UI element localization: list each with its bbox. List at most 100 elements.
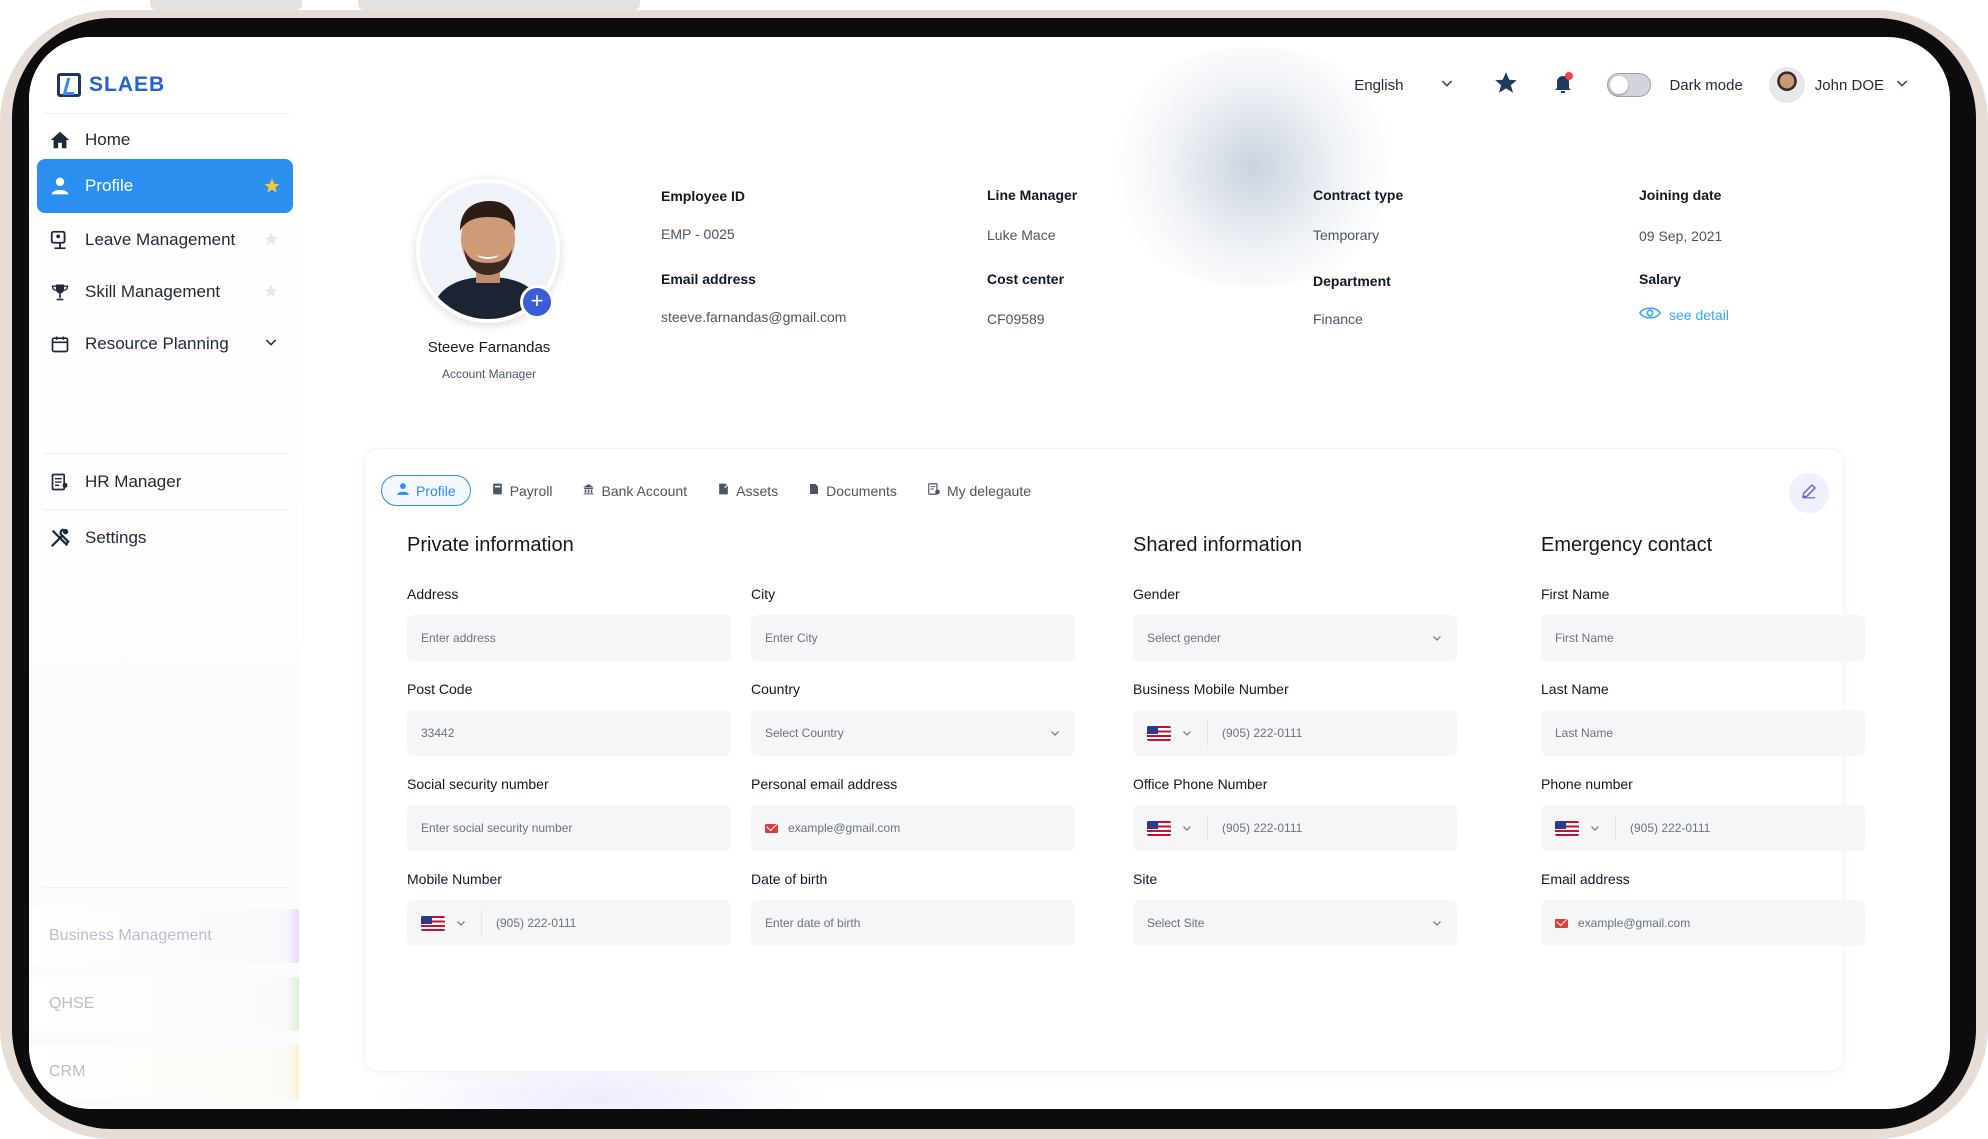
module-label: CRM — [49, 1063, 86, 1080]
employee-name: Steeve Farnandas — [427, 339, 551, 356]
chevron-down-icon — [1433, 636, 1441, 641]
language-selector[interactable]: English — [1354, 75, 1455, 95]
first-name-input[interactable]: First Name — [1541, 615, 1865, 661]
office-phone-value: (905) 222-0111 — [1222, 821, 1303, 835]
chevron-down-icon — [457, 921, 465, 926]
personal-email-input[interactable]: example@gmail.com — [751, 805, 1075, 851]
module-color-bar — [287, 909, 299, 963]
ssn-input[interactable]: Enter social security number — [407, 805, 731, 851]
dark-mode-toggle[interactable] — [1607, 73, 1652, 97]
ssn-label: Social security number — [407, 776, 549, 792]
tab-profile[interactable]: Profile — [381, 475, 471, 506]
dob-input[interactable]: Enter date of birth — [751, 900, 1075, 946]
trophy-icon — [49, 281, 71, 303]
language-label: English — [1354, 76, 1404, 94]
module-crm[interactable]: CRM — [29, 1045, 299, 1099]
sidebar-item-resource-planning[interactable]: Resource Planning — [37, 317, 293, 371]
emergency-email-placeholder: example@gmail.com — [1578, 916, 1691, 930]
sidebar-item-profile[interactable]: Profile — [37, 159, 293, 213]
postcode-input[interactable]: 33442 — [407, 710, 731, 756]
logo-text: SLAEB — [89, 73, 166, 96]
chevron-down-icon — [1051, 731, 1059, 736]
user-menu[interactable]: John DOE — [1768, 67, 1910, 103]
add-photo-button[interactable]: + — [520, 285, 554, 319]
tab-documents[interactable]: Documents — [798, 476, 907, 505]
sidebar-item-hr-manager[interactable]: HR Manager — [37, 455, 293, 509]
address-input[interactable]: Enter address — [407, 615, 731, 661]
sidebar-item-label: Resource Planning — [85, 334, 229, 353]
tab-bank-account[interactable]: Bank Account — [572, 476, 697, 505]
city-input[interactable]: Enter City — [751, 615, 1075, 661]
tab-payroll[interactable]: Payroll — [481, 476, 563, 505]
business-mobile-input[interactable]: (905) 222-0111 — [1133, 710, 1457, 756]
last-name-input[interactable]: Last Name — [1541, 710, 1865, 756]
dob-placeholder: Enter date of birth — [765, 916, 861, 930]
employee-id-value: EMP - 0025 — [661, 226, 735, 242]
site-label: Site — [1133, 871, 1158, 887]
module-business-management[interactable]: Business Management — [29, 909, 299, 963]
last-name-label: Last Name — [1541, 681, 1609, 697]
mobile-input[interactable]: (905) 222-0111 — [407, 900, 731, 946]
address-label: Address — [407, 586, 459, 602]
country-code-select[interactable] — [1555, 815, 1616, 841]
chevron-down-icon — [1591, 826, 1599, 831]
chevron-down-icon[interactable] — [263, 334, 279, 355]
pencil-icon — [1800, 482, 1818, 505]
sidebar-item-label: Profile — [85, 176, 134, 195]
favorite-star-icon[interactable] — [263, 231, 281, 249]
sidebar-item-skill-management[interactable]: Skill Management — [37, 265, 293, 319]
employee-id-label: Employee ID — [661, 188, 746, 204]
tab-label: Profile — [416, 482, 456, 499]
chevron-down-icon — [1183, 731, 1191, 736]
country-code-select[interactable] — [421, 910, 482, 936]
phone-input[interactable]: (905) 222-0111 — [1541, 805, 1865, 851]
mail-icon — [1555, 918, 1568, 928]
tab-label: Assets — [736, 482, 779, 499]
tab-my-delegaute[interactable]: My delegaute — [917, 476, 1041, 505]
site-select[interactable]: Select Site — [1133, 900, 1457, 946]
gender-placeholder: Select gender — [1147, 631, 1222, 645]
edit-button[interactable] — [1789, 473, 1829, 513]
gender-select[interactable]: Select gender — [1133, 615, 1457, 661]
country-select[interactable]: Select Country — [751, 710, 1075, 756]
assets-icon — [717, 482, 730, 499]
favorites-star-icon[interactable] — [1493, 70, 1519, 100]
device-button — [358, 0, 640, 10]
sidebar-item-label: Home — [85, 130, 131, 149]
contract-type-label: Contract type — [1313, 187, 1404, 203]
country-code-select[interactable] — [1147, 720, 1208, 746]
office-phone-label: Office Phone Number — [1133, 776, 1268, 792]
module-qhse[interactable]: QHSE — [29, 977, 299, 1031]
first-name-placeholder: First Name — [1555, 631, 1614, 645]
emergency-contact-title: Emergency contact — [1541, 534, 1713, 556]
ssn-placeholder: Enter social security number — [421, 821, 573, 835]
tab-assets[interactable]: Assets — [707, 476, 788, 505]
salary-see-detail-link[interactable]: see detail — [1638, 305, 1729, 324]
calendar-icon — [49, 333, 71, 355]
favorite-star-icon[interactable] — [263, 283, 281, 301]
country-code-select[interactable] — [1147, 815, 1208, 841]
sidebar-item-leave-management[interactable]: Leave Management — [37, 213, 293, 267]
sidebar-item-settings[interactable]: Settings — [37, 511, 293, 565]
user-icon — [49, 175, 71, 197]
us-flag-icon — [1147, 820, 1171, 836]
dark-mode-label: Dark mode — [1669, 76, 1743, 94]
tab-label: Documents — [826, 482, 897, 499]
app-logo[interactable]: SLAEB — [57, 73, 165, 97]
emergency-email-label: Email address — [1541, 871, 1630, 887]
tab-label: My delegaute — [946, 482, 1031, 499]
module-label: Business Management — [49, 927, 212, 944]
chevron-down-icon — [1894, 75, 1910, 95]
postcode-label: Post Code — [407, 681, 473, 697]
chevron-down-icon — [1439, 75, 1455, 95]
mobile-label: Mobile Number — [407, 871, 502, 887]
postcode-value: 33442 — [421, 726, 455, 740]
sidebar-item-label: HR Manager — [85, 472, 182, 491]
favorite-star-icon[interactable] — [263, 177, 281, 195]
notification-bell-icon[interactable] — [1551, 71, 1575, 99]
us-flag-icon — [1147, 725, 1171, 741]
office-phone-input[interactable]: (905) 222-0111 — [1133, 805, 1457, 851]
emergency-email-input[interactable]: example@gmail.com — [1541, 900, 1865, 946]
see-detail-text: see detail — [1669, 306, 1729, 323]
salary-label: Salary — [1639, 271, 1682, 287]
